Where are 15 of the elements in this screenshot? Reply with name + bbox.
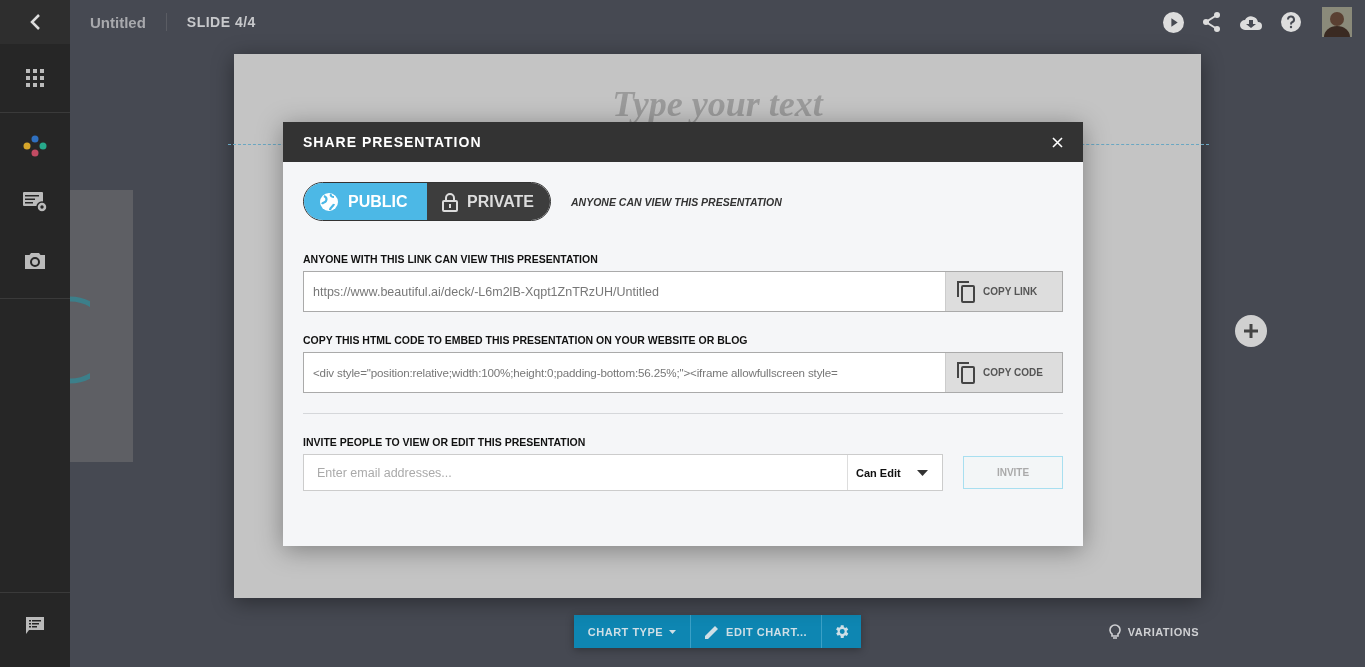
link-field[interactable]: https://www.beautiful.ai/deck/-L6m2lB-Xqpt1ZnTRzUH/Untitled COPY LINK: [303, 271, 1063, 312]
document-title[interactable]: Untitled: [90, 13, 146, 31]
copy-link-button[interactable]: COPY LINK: [945, 272, 1062, 311]
chart-type-button[interactable]: CHART TYPE: [573, 615, 692, 648]
copy-code-button[interactable]: COPY CODE: [945, 353, 1062, 392]
invite-label: INVITE PEOPLE TO VIEW OR EDIT THIS PRESENTATION: [303, 436, 587, 448]
link-label: ANYONE WITH THIS LINK CAN VIEW THIS PRESENTATION: [303, 253, 599, 265]
variations-button[interactable]: VARIATIONS: [1108, 623, 1199, 640]
slide-indicator: SLIDE 4/4: [186, 14, 256, 30]
dialog-title: SHARE PRESENTATION: [303, 134, 482, 150]
visibility-note: ANYONE CAN VIEW THIS PRESENTATION: [571, 195, 782, 208]
embed-label: COPY THIS HTML CODE TO EMBED THIS PRESENTATION ON YOUR WEBSITE OR BLOG: [303, 334, 749, 346]
edit-chart-button[interactable]: EDIT CHART...: [691, 615, 823, 648]
embed-code-field[interactable]: <div style="position:relative;width:100%;height:0;padding-bottom:56.25%;"><iframe allowfullscreen style= COPY CODE: [303, 352, 1063, 393]
visibility-tab[interactable]: PRIVATE: [427, 183, 550, 220]
